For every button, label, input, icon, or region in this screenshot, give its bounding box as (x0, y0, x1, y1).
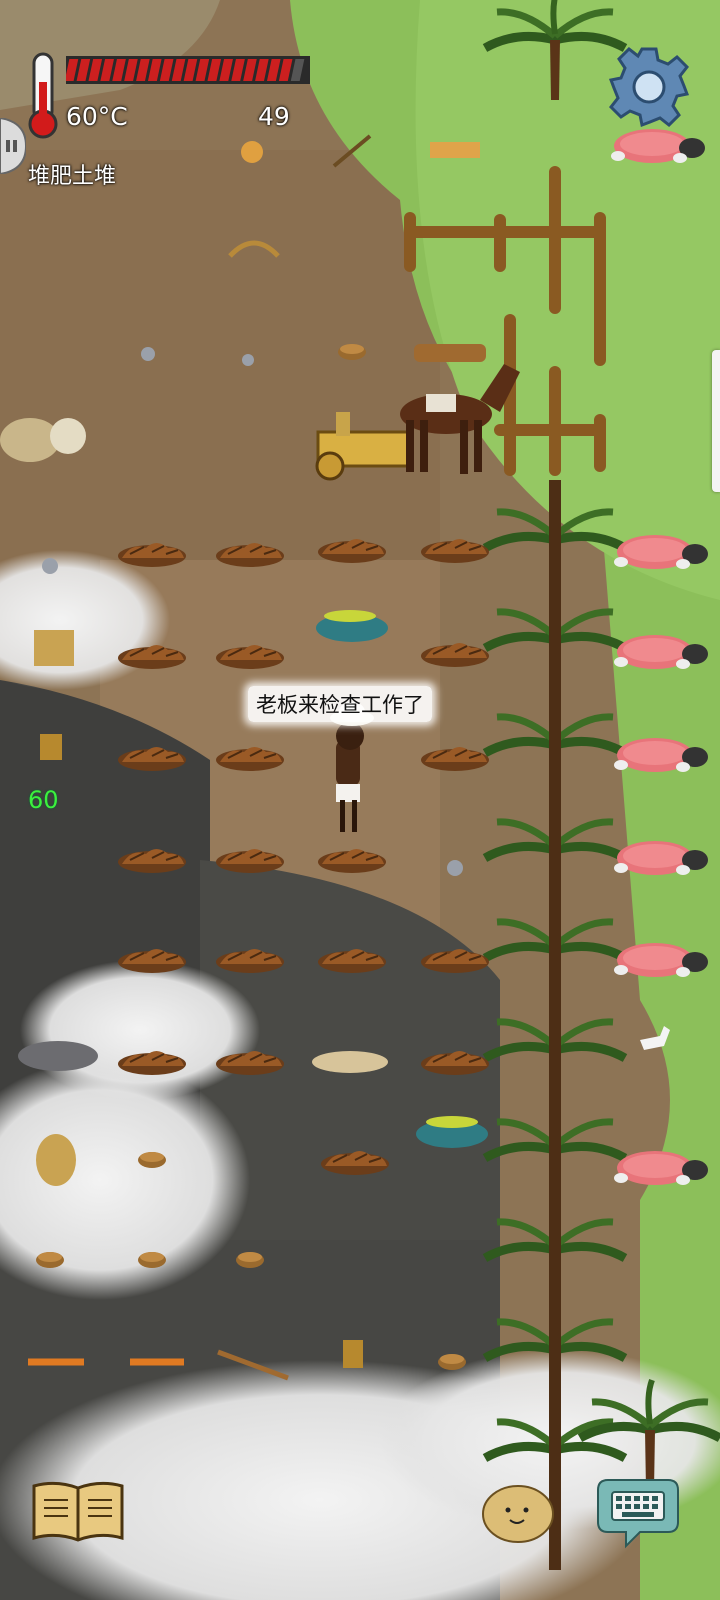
potato-face-icon (482, 1485, 554, 1543)
hunger-bar (64, 56, 310, 84)
held-object-label: 堆肥土堆 (28, 164, 117, 189)
gear-icon (608, 47, 690, 128)
emote-button[interactable] (480, 1482, 556, 1544)
settings-button[interactable] (608, 46, 690, 128)
game-world[interactable] (0, 0, 720, 1600)
yum-counter: 60 (28, 786, 59, 814)
food-counter: 49 (258, 102, 290, 131)
edge-swipe-handle[interactable] (712, 350, 720, 492)
keyboard-icon (597, 1479, 679, 1549)
book-icon (32, 1481, 124, 1542)
recipe-book-button[interactable] (30, 1480, 126, 1544)
side-tab-toggle[interactable] (0, 116, 28, 176)
thermometer-icon (26, 52, 60, 140)
speech-bubble: 老板来检查工作了 (248, 686, 432, 722)
temperature-readout: 60°C (66, 102, 128, 131)
chat-keyboard-button[interactable] (596, 1476, 680, 1550)
